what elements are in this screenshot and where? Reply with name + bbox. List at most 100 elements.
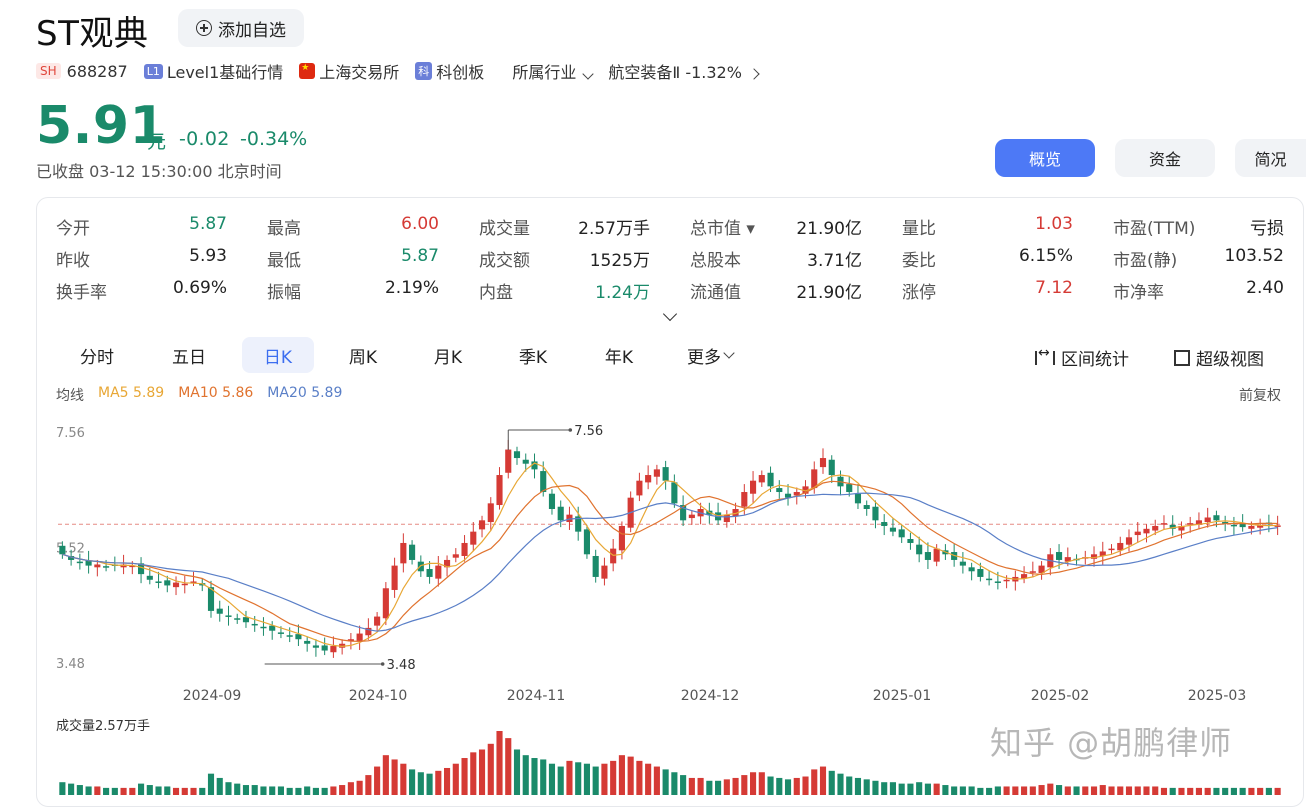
candle-body <box>583 529 591 555</box>
candle-body <box>819 458 827 468</box>
volume-bar <box>242 785 250 795</box>
volume-bar <box>443 767 451 795</box>
volume-bar <box>680 775 687 795</box>
volume-bar <box>207 773 215 795</box>
candle-body <box>1230 524 1237 527</box>
high-marker-dot <box>568 428 573 432</box>
volume-bar <box>522 755 529 795</box>
candle-body <box>1125 537 1133 545</box>
candle-body <box>103 566 110 568</box>
candle-body <box>907 539 914 543</box>
volume-bar <box>784 779 792 795</box>
volume-bar <box>269 786 276 795</box>
volume-bar <box>295 787 302 795</box>
candle-body <box>924 552 931 560</box>
volume-bar <box>1143 786 1150 795</box>
volume-bar <box>321 787 328 795</box>
low-annotation: 3.48 <box>387 658 416 673</box>
volume-bar <box>103 787 110 795</box>
candle-body <box>767 472 774 487</box>
volume-bar <box>986 787 993 795</box>
candle-body <box>1055 552 1063 560</box>
candle-body <box>522 459 529 464</box>
volume-bar <box>592 766 599 795</box>
volume-bar <box>137 783 145 795</box>
volume-bar <box>435 770 442 795</box>
volume-bar <box>417 772 424 795</box>
candle-body <box>487 503 494 523</box>
volume-bar <box>59 782 66 795</box>
volume-bar <box>513 749 521 795</box>
volume-bar <box>916 782 923 795</box>
volume-bar <box>645 763 652 795</box>
candle-body <box>312 645 319 648</box>
volume-bar <box>994 786 1001 795</box>
volume-bar <box>636 760 643 795</box>
volume-bar <box>470 752 477 795</box>
candle-body <box>391 565 398 590</box>
candle-body <box>749 480 757 494</box>
volume-bar <box>1213 787 1220 795</box>
volume-bar <box>819 766 827 795</box>
candle-body <box>452 554 459 558</box>
volume-bar <box>793 777 800 795</box>
volume-label: 成交量2.57万手 <box>56 718 150 734</box>
volume-bar <box>382 755 389 795</box>
volume-bar <box>1134 786 1141 795</box>
volume-bar <box>741 775 748 795</box>
volume-bar <box>487 743 494 795</box>
candle-body <box>277 632 285 634</box>
candle-body <box>164 580 171 586</box>
watermark: 知乎 @胡鹏律师 <box>990 724 1233 762</box>
kline-chart[interactable]: 7.565.523.487.563.482024-09 2024-10 2024-1… <box>0 0 1306 795</box>
candle-body <box>1143 528 1150 534</box>
candle-body <box>435 565 442 579</box>
volume-bar <box>749 772 757 795</box>
volume-bar <box>732 777 739 795</box>
volume-bar <box>312 787 319 795</box>
volume-bar <box>251 785 258 795</box>
x-tick-label: 2025-01 <box>873 688 932 704</box>
volume-bar <box>1047 783 1054 795</box>
candle-body <box>1187 523 1194 525</box>
volume-bar <box>662 769 669 795</box>
volume-bar <box>478 749 486 795</box>
volume-bar <box>575 762 582 795</box>
volume-bar <box>907 783 914 795</box>
volume-bar <box>951 786 958 795</box>
volume-bar <box>68 783 75 795</box>
candle-body <box>898 529 905 538</box>
candle-body <box>426 569 433 577</box>
candle-body <box>592 555 599 577</box>
candle-body <box>234 618 241 620</box>
volume-bar <box>610 760 617 795</box>
candle-body <box>723 514 730 523</box>
candle-body <box>181 583 188 586</box>
volume-bar <box>1230 787 1237 795</box>
volume-bar <box>286 787 293 795</box>
candle-body <box>59 545 66 555</box>
volume-bar <box>111 787 118 795</box>
candle-body <box>400 542 407 564</box>
x-tick-label: 2025-02 <box>1031 688 1090 704</box>
volume-bar <box>1108 786 1115 795</box>
candle-body <box>496 475 503 506</box>
volume-bar <box>76 785 83 795</box>
candle-body <box>662 467 669 481</box>
candle-body <box>968 567 975 572</box>
low-marker-dot <box>380 662 385 666</box>
volume-bar <box>234 783 241 795</box>
candle-body <box>417 561 424 572</box>
candle-body <box>688 514 695 519</box>
candle-body <box>1003 579 1010 582</box>
volume-bar <box>1187 787 1194 795</box>
candle-body <box>653 469 660 477</box>
candle-body <box>1029 571 1036 573</box>
x-tick-label: 2024-11 <box>507 688 566 704</box>
volume-bar <box>216 777 223 795</box>
candle-body <box>216 608 223 614</box>
volume-bar <box>304 786 311 795</box>
volume-bar <box>872 780 879 795</box>
volume-bar <box>811 769 818 795</box>
volume-bar <box>653 766 660 795</box>
